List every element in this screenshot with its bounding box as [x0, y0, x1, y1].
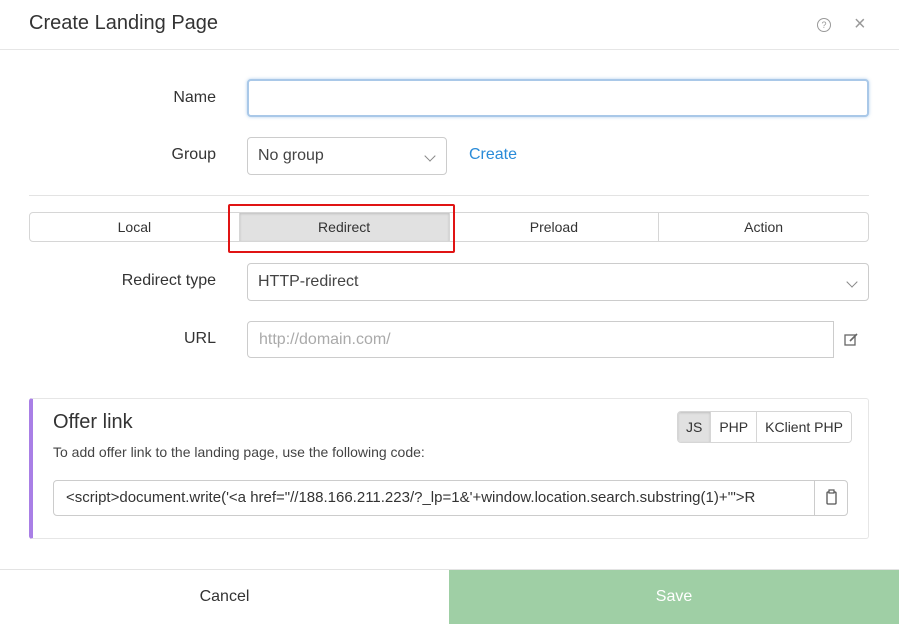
- landing-type-tabs: Local Redirect Preload Action: [29, 212, 869, 242]
- create-landing-page-dialog: Create Landing Page ? × Name Group No gr…: [0, 0, 899, 624]
- url-label: URL: [183, 330, 216, 347]
- chevron-down-icon: [846, 276, 858, 288]
- tab-local[interactable]: Local: [30, 213, 240, 241]
- url-input[interactable]: http://domain.com/: [247, 321, 834, 358]
- redirect-type-select[interactable]: HTTP-redirect: [247, 263, 869, 301]
- copy-button[interactable]: [814, 480, 848, 516]
- group-select-value: No group: [258, 147, 324, 164]
- code-language-toggle: JS PHP KClient PHP: [677, 411, 852, 443]
- lang-php-button[interactable]: PHP: [711, 412, 758, 442]
- tab-action[interactable]: Action: [659, 213, 868, 241]
- redirect-type-label: Redirect type: [121, 272, 216, 289]
- offer-link-description: To add offer link to the landing page, u…: [53, 444, 425, 460]
- cancel-button[interactable]: Cancel: [0, 570, 449, 624]
- group-label: Group: [171, 146, 216, 163]
- tab-preload[interactable]: Preload: [450, 213, 660, 241]
- copy-icon: [826, 489, 837, 505]
- lang-js-button[interactable]: JS: [678, 412, 712, 442]
- lang-kclient-php-button[interactable]: KClient PHP: [757, 412, 851, 442]
- close-icon[interactable]: ×: [854, 13, 866, 35]
- offer-link-panel: Offer link To add offer link to the land…: [29, 398, 869, 539]
- divider: [29, 195, 869, 196]
- name-input[interactable]: [247, 79, 869, 117]
- chevron-down-icon: [424, 150, 436, 162]
- group-select[interactable]: No group: [247, 137, 447, 175]
- name-label: Name: [173, 89, 216, 106]
- help-icon[interactable]: ?: [817, 18, 831, 32]
- tab-redirect[interactable]: Redirect: [239, 213, 450, 241]
- edit-icon[interactable]: [843, 332, 859, 348]
- dialog-header: Create Landing Page ? ×: [0, 0, 899, 50]
- dialog-footer: Cancel Save: [0, 569, 899, 624]
- create-group-link[interactable]: Create: [469, 146, 517, 164]
- dialog-title: Create Landing Page: [29, 12, 219, 34]
- save-button[interactable]: Save: [449, 570, 899, 624]
- offer-code-field[interactable]: <script>document.write('<a href="//188.1…: [53, 480, 815, 516]
- redirect-type-value: HTTP-redirect: [258, 273, 359, 290]
- offer-link-title: Offer link: [53, 411, 133, 433]
